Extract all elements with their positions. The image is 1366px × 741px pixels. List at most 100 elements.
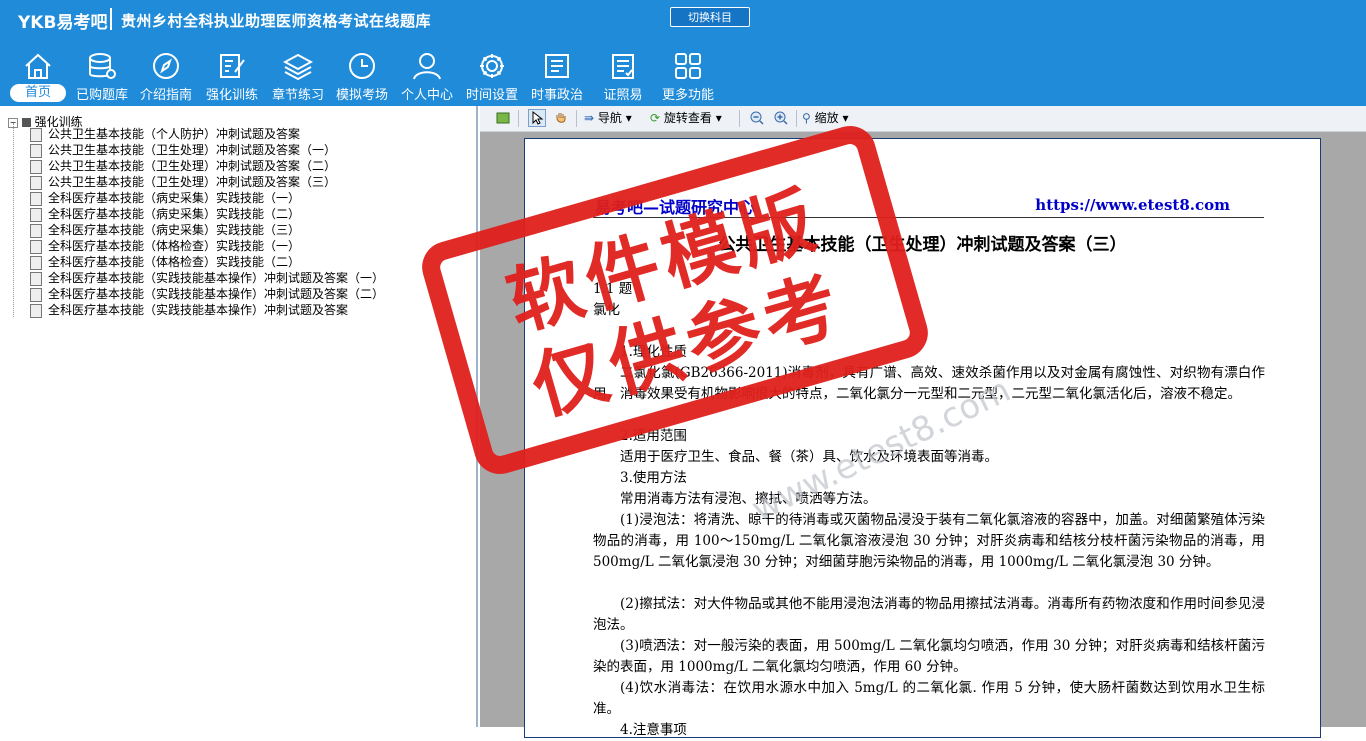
nav-certificate[interactable]: 证照易 (589, 44, 657, 106)
home-icon (25, 53, 51, 79)
tree-item[interactable]: 公共卫生基本技能（卫生处理）冲刺试题及答案（三） (30, 173, 337, 190)
news-icon (545, 54, 569, 78)
tree-item[interactable]: 公共卫生基本技能（卫生处理）冲刺试题及答案（一） (30, 141, 337, 158)
nav-label: 模拟考场 (335, 88, 388, 103)
rotate-menu[interactable]: ⟳ 旋转查看 ▾ (650, 110, 722, 127)
nav-label: 证照易 (603, 88, 643, 103)
tree-item-label: 全科医疗基本技能（病史采集）实践技能（二） (48, 207, 301, 221)
nav-mock-exam[interactable]: 模拟考场 (328, 44, 396, 106)
nav-label: 首页 (10, 84, 66, 102)
tree-item-label: 全科医疗基本技能（实践技能基本操作）冲刺试题及答案（一） (48, 271, 385, 285)
nav-home[interactable]: 首页 (4, 44, 72, 106)
zoom-label: 缩放 (814, 111, 839, 125)
tree-panel: − 强化训练 公共卫生基本技能（个人防护）冲刺试题及答案 公共卫生基本技能（卫生… (0, 106, 478, 727)
doc-paragraph: (4)饮水消毒法：在饮用水源水中加入 5mg/L 的二氧化氯. 作用 5 分钟，… (593, 680, 1265, 717)
doc-line: 适用于医疗卫生、食品、餐（茶）具、饮水及环境表面等消毒。 (620, 449, 998, 465)
tree-item[interactable]: 公共卫生基本技能（个人防护）冲刺试题及答案 (30, 125, 301, 142)
toolbar-divider (796, 110, 797, 127)
document-icon (30, 175, 42, 190)
nav-label: 个人中心 (400, 88, 453, 103)
navigation-icon: ⇛ (584, 111, 595, 125)
nav-personal[interactable]: 个人中心 (393, 44, 461, 106)
tree-item-label: 全科医疗基本技能（实践技能基本操作）冲刺试题及答案（二） (48, 287, 385, 301)
nav-guide[interactable]: 介绍指南 (132, 44, 200, 106)
doc-line: 3.使用方法 (620, 470, 687, 486)
document-icon (30, 143, 42, 158)
database-icon (89, 53, 116, 79)
doc-line: 常用消毒方法有浸泡、擦拭、喷洒等方法。 (620, 491, 877, 507)
tree-item-label: 公共卫生基本技能（个人防护）冲刺试题及答案 (48, 127, 301, 141)
nav-label: 已购题库 (75, 88, 128, 103)
document-icon (30, 127, 42, 142)
nav-time-settings[interactable]: 时间设置 (458, 44, 526, 106)
tree-item-label: 公共卫生基本技能（卫生处理）冲刺试题及答案（三） (48, 175, 337, 189)
tree-item[interactable]: 全科医疗基本技能（实践技能基本操作）冲刺试题及答案 (30, 301, 349, 318)
select-cursor-icon[interactable] (528, 109, 546, 127)
nav-chapters[interactable]: 章节练习 (264, 44, 332, 106)
list-icon (612, 54, 634, 79)
tree-item-label: 全科医疗基本技能（实践技能基本操作）冲刺试题及答案 (48, 303, 349, 317)
tree-item-label: 全科医疗基本技能（病史采集）实践技能（一） (48, 191, 301, 205)
compass-icon (153, 53, 179, 79)
doc-line: 4.注意事项 (620, 722, 687, 738)
tree-item[interactable]: 全科医疗基本技能（病史采集）实践技能（二） (30, 205, 301, 222)
app-logo: YKB易考吧 (18, 13, 108, 33)
nav-label: 介绍指南 (139, 88, 192, 103)
document-icon (30, 239, 42, 254)
tree-item[interactable]: 全科医疗基本技能（体格检查）实践技能（一） (30, 237, 301, 254)
save-icon[interactable] (494, 109, 512, 127)
edit-icon (220, 54, 245, 78)
tree-item[interactable]: 全科医疗基本技能（病史采集）实践技能（一） (30, 189, 301, 206)
tree-item[interactable]: 公共卫生基本技能（卫生处理）冲刺试题及答案（二） (30, 157, 337, 174)
doc-paragraph: (1)浸泡法：将清洗、晾干的待消毒或灭菌物品浸没于装有二氧化氯溶液的容器中，加盖… (593, 512, 1265, 570)
toolbar-divider (518, 110, 519, 127)
tree-item[interactable]: 全科医疗基本技能（体格检查）实践技能（二） (30, 253, 300, 270)
nav-purchased[interactable]: 已购题库 (68, 44, 136, 106)
tree-item[interactable]: 全科医疗基本技能（实践技能基本操作）冲刺试题及答案（一） (30, 269, 385, 286)
app-header: YKB易考吧 贵州乡村全科执业助理医师资格考试在线题库 切换科目 首页 已购题库… (0, 0, 1366, 106)
grid-icon (675, 53, 701, 79)
nav-label: 时间设置 (465, 88, 518, 103)
zoom-in-icon[interactable] (772, 109, 790, 127)
document-icon (30, 271, 42, 286)
document-icon (30, 191, 42, 206)
toolbar-divider (739, 110, 740, 127)
rotate-label: 旋转查看 (663, 111, 712, 125)
nav-intensive[interactable]: 强化训练 (198, 44, 266, 106)
switch-subject-button[interactable]: 切换科目 (670, 7, 750, 27)
app-title: 贵州乡村全科执业助理医师资格考试在线题库 (121, 12, 432, 30)
tree-item[interactable]: 全科医疗基本技能（病史采集）实践技能（三） (30, 221, 301, 238)
hand-tool-icon[interactable] (552, 109, 570, 127)
nav-label: 章节练习 (271, 88, 324, 103)
layers-icon (283, 53, 313, 80)
main-nav: 首页 已购题库 介绍指南 强化训练 章节练习 模拟考场 个人中心 时间设置 时事… (0, 44, 1366, 106)
nav-label: 更多功能 (661, 88, 714, 103)
tree-item-label: 全科医疗基本技能（病史采集）实践技能（三） (48, 223, 301, 237)
zoom-out-icon[interactable] (748, 109, 766, 127)
doc-header-url: https://www.etest8.com (1035, 196, 1230, 214)
tree-item-label: 公共卫生基本技能（卫生处理）冲刺试题及答案（二） (48, 159, 337, 173)
zoom-menu[interactable]: ⚲ 缩放 ▾ (802, 110, 848, 127)
navigation-menu[interactable]: ⇛ 导航 ▾ (584, 110, 632, 127)
tree-item-label: 公共卫生基本技能（卫生处理）冲刺试题及答案（一） (48, 143, 337, 157)
document-icon (30, 207, 42, 222)
viewer-toolbar: ⇛ 导航 ▾ ⟳ 旋转查看 ▾ ⚲ 缩放 ▾ (480, 106, 1366, 132)
nav-more[interactable]: 更多功能 (654, 44, 722, 106)
doc-paragraph: (3)喷洒法：对一般污染的表面，用 500mg/L 二氧化氯均匀喷洒，作用 30… (593, 638, 1265, 675)
rotate-icon: ⟳ (650, 111, 661, 125)
tree-item-label: 全科医疗基本技能（体格检查）实践技能（一） (48, 239, 301, 253)
gear-icon (480, 54, 504, 78)
document-icon (30, 287, 42, 302)
user-icon (413, 53, 441, 80)
nav-label: 强化训练 (205, 88, 258, 103)
document-icon (30, 303, 42, 318)
navigation-label: 导航 (597, 111, 622, 125)
tree-item[interactable]: 全科医疗基本技能（实践技能基本操作）冲刺试题及答案（二） (30, 285, 385, 302)
toolbar-divider (576, 110, 577, 127)
document-icon (30, 223, 42, 238)
logo-divider (110, 8, 112, 30)
document-icon (30, 159, 42, 174)
nav-current-affairs[interactable]: 时事政治 (523, 44, 591, 106)
doc-paragraph: (2)擦拭法：对大件物品或其他不能用浸泡法消毒的物品用擦拭法消毒。消毒所有药物浓… (593, 596, 1265, 633)
zoom-icon: ⚲ (802, 111, 811, 125)
